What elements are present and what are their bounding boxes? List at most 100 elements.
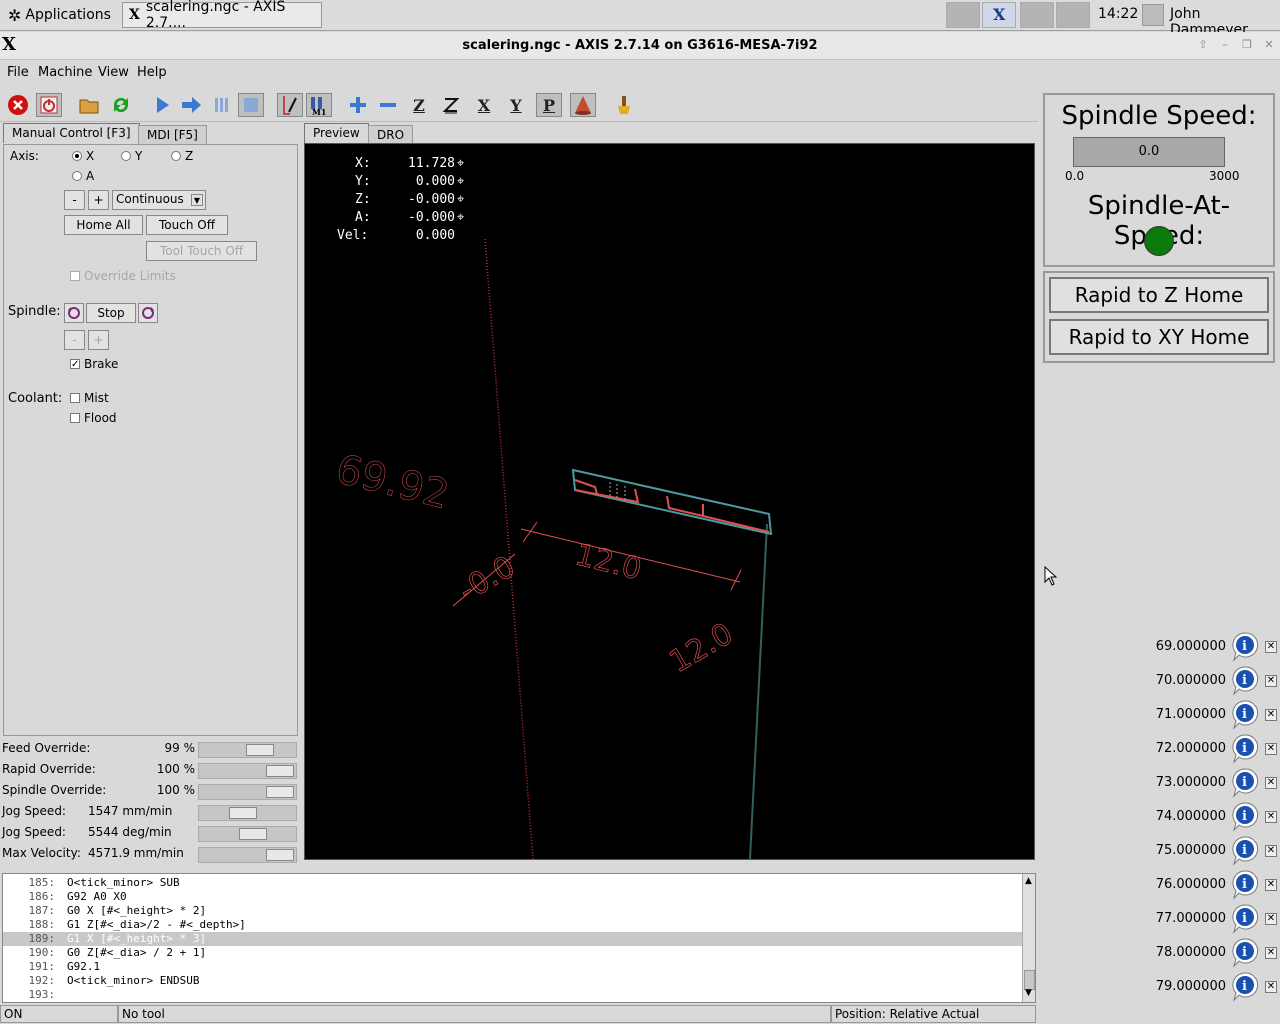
gcode-line[interactable]: 187: G0 X [#<_height> * 2] [3,904,1035,918]
slider-knob[interactable] [239,828,267,840]
scroll-thumb[interactable] [1024,970,1035,990]
touch-off-button[interactable]: Touch Off [146,215,228,235]
reload-button[interactable] [108,93,134,117]
info-icon[interactable]: i [1231,972,1259,1002]
applications-menu[interactable]: ✲ Applications [2,2,117,28]
taskbar-task-axis[interactable]: X scalering.ngc - AXIS 2.7.... [122,0,322,31]
rapid-xy-home-button[interactable]: Rapid to XY Home [1049,319,1269,355]
block-delete-button[interactable] [277,93,303,117]
info-icon[interactable]: i [1231,938,1259,968]
gcode-line[interactable]: 191: G92.1 [3,960,1035,974]
scroll-up-icon[interactable]: ▲ [1025,876,1032,886]
tab-manual-control[interactable]: Manual Control [F3] [3,123,140,143]
info-icon[interactable]: i [1231,632,1259,662]
rapid-z-home-button[interactable]: Rapid to Z Home [1049,277,1269,313]
info-icon[interactable]: i [1231,666,1259,696]
tab-dro[interactable]: DRO [368,125,414,145]
close-icon[interactable]: ✕ [1265,845,1277,857]
mist-checkbox[interactable]: Mist [70,391,109,405]
stop-button[interactable] [238,93,264,117]
override-slider[interactable] [198,847,297,863]
override-slider[interactable] [198,784,297,800]
spindle-forward-button[interactable] [138,303,158,323]
close-icon[interactable]: ✕ [1265,641,1277,653]
view-z-rotated-button[interactable] [438,93,464,117]
override-slider[interactable] [198,805,297,821]
info-icon[interactable]: i [1231,768,1259,798]
gcode-line[interactable]: 193: [3,988,1035,1002]
tab-mdi[interactable]: MDI [F5] [138,125,207,145]
axis-radio-y[interactable]: Y [121,149,142,163]
tool-touch-off-button[interactable]: Tool Touch Off [146,241,257,261]
zoom-out-button[interactable] [375,93,401,117]
info-icon[interactable]: i [1231,904,1259,934]
gcode-line[interactable]: 188: G1 Z[#<_dia>/2 - #<_depth>] [3,918,1035,932]
user-avatar-icon[interactable] [1142,4,1164,26]
clear-live-plot-button[interactable] [611,93,637,117]
view-z-button[interactable]: Z [406,93,432,117]
axis-radio-z[interactable]: Z [171,149,193,163]
run-button[interactable] [149,93,175,117]
override-slider[interactable] [198,826,297,842]
toolpath-preview[interactable]: X: 11.728 ⌖ Y: 0.000 ⌖ Z: -0.000 ⌖ A: -0.000 ⌖ Vel: 0… [304,143,1035,860]
view-x-button[interactable]: X [471,93,497,117]
override-slider[interactable] [198,742,297,758]
override-limits-checkbox[interactable]: Override Limits [70,269,176,283]
spindle-stop-button[interactable]: Stop [86,303,136,323]
spindle-faster-button[interactable]: + [88,330,109,350]
close-icon[interactable]: ✕ [1265,947,1277,959]
info-icon[interactable]: i [1231,802,1259,832]
menu-machine[interactable]: Machine [38,65,92,80]
jog-minus-button[interactable]: - [64,190,85,210]
workspace-4[interactable] [1056,2,1090,28]
override-slider[interactable] [198,763,297,779]
info-icon[interactable]: i [1231,700,1259,730]
flood-checkbox[interactable]: Flood [70,411,117,425]
close-icon[interactable]: ✕ [1265,811,1277,823]
spindle-slower-button[interactable]: - [64,330,85,350]
home-all-button[interactable]: Home All [64,215,143,235]
info-icon[interactable]: i [1231,836,1259,866]
menu-view[interactable]: View [98,65,129,80]
workspace-1[interactable] [946,2,980,28]
step-button[interactable] [178,93,204,117]
view-y-button[interactable]: Y [503,93,529,117]
jog-plus-button[interactable]: + [88,190,109,210]
workspace-2[interactable]: X [982,2,1016,28]
slider-knob[interactable] [266,849,294,861]
view-perspective-button[interactable]: P [536,93,562,117]
tab-preview[interactable]: Preview [304,123,369,143]
jog-increment-select[interactable]: Continuous ▼ [112,190,206,210]
close-icon[interactable]: ✕ [1262,38,1276,52]
close-icon[interactable]: ✕ [1265,879,1277,891]
slider-knob[interactable] [266,765,294,777]
workspace-3[interactable] [1020,2,1054,28]
gcode-scrollbar[interactable]: ▲ ▼ [1022,874,1035,1002]
gcode-line[interactable]: 192: O<tick_minor> ENDSUB [3,974,1035,988]
close-icon[interactable]: ✕ [1265,777,1277,789]
close-icon[interactable]: ✕ [1265,913,1277,925]
gcode-line[interactable]: 185: O<tick_minor> SUB [3,876,1035,890]
info-icon[interactable]: i [1231,734,1259,764]
gcode-listing[interactable]: 185: O<tick_minor> SUB 186: G92 A0 X0 187: G0… [2,873,1036,1003]
gcode-line[interactable]: 190: G0 Z[#<_dia> / 2 + 1] [3,946,1035,960]
gcode-line[interactable]: 186: G92 A0 X0 [3,890,1035,904]
close-icon[interactable]: ✕ [1265,981,1277,993]
axis-radio-x[interactable]: X [72,149,94,163]
menu-help[interactable]: Help [137,65,167,80]
slider-knob[interactable] [266,786,294,798]
pause-button[interactable] [208,93,234,117]
scroll-down-icon[interactable]: ▼ [1025,988,1032,998]
estop-button[interactable] [5,93,31,117]
axis-radio-a[interactable]: A [72,169,94,183]
slider-knob[interactable] [229,807,257,819]
optional-stop-button[interactable]: M1 [306,93,332,117]
close-icon[interactable]: ✕ [1265,709,1277,721]
maximize-icon[interactable]: ❐ [1240,38,1254,52]
rotate-view-button[interactable] [570,93,596,117]
spindle-reverse-button[interactable] [64,303,84,323]
slider-knob[interactable] [246,744,274,756]
info-icon[interactable]: i [1231,870,1259,900]
machine-power-button[interactable] [36,93,62,117]
open-file-button[interactable] [76,93,102,117]
